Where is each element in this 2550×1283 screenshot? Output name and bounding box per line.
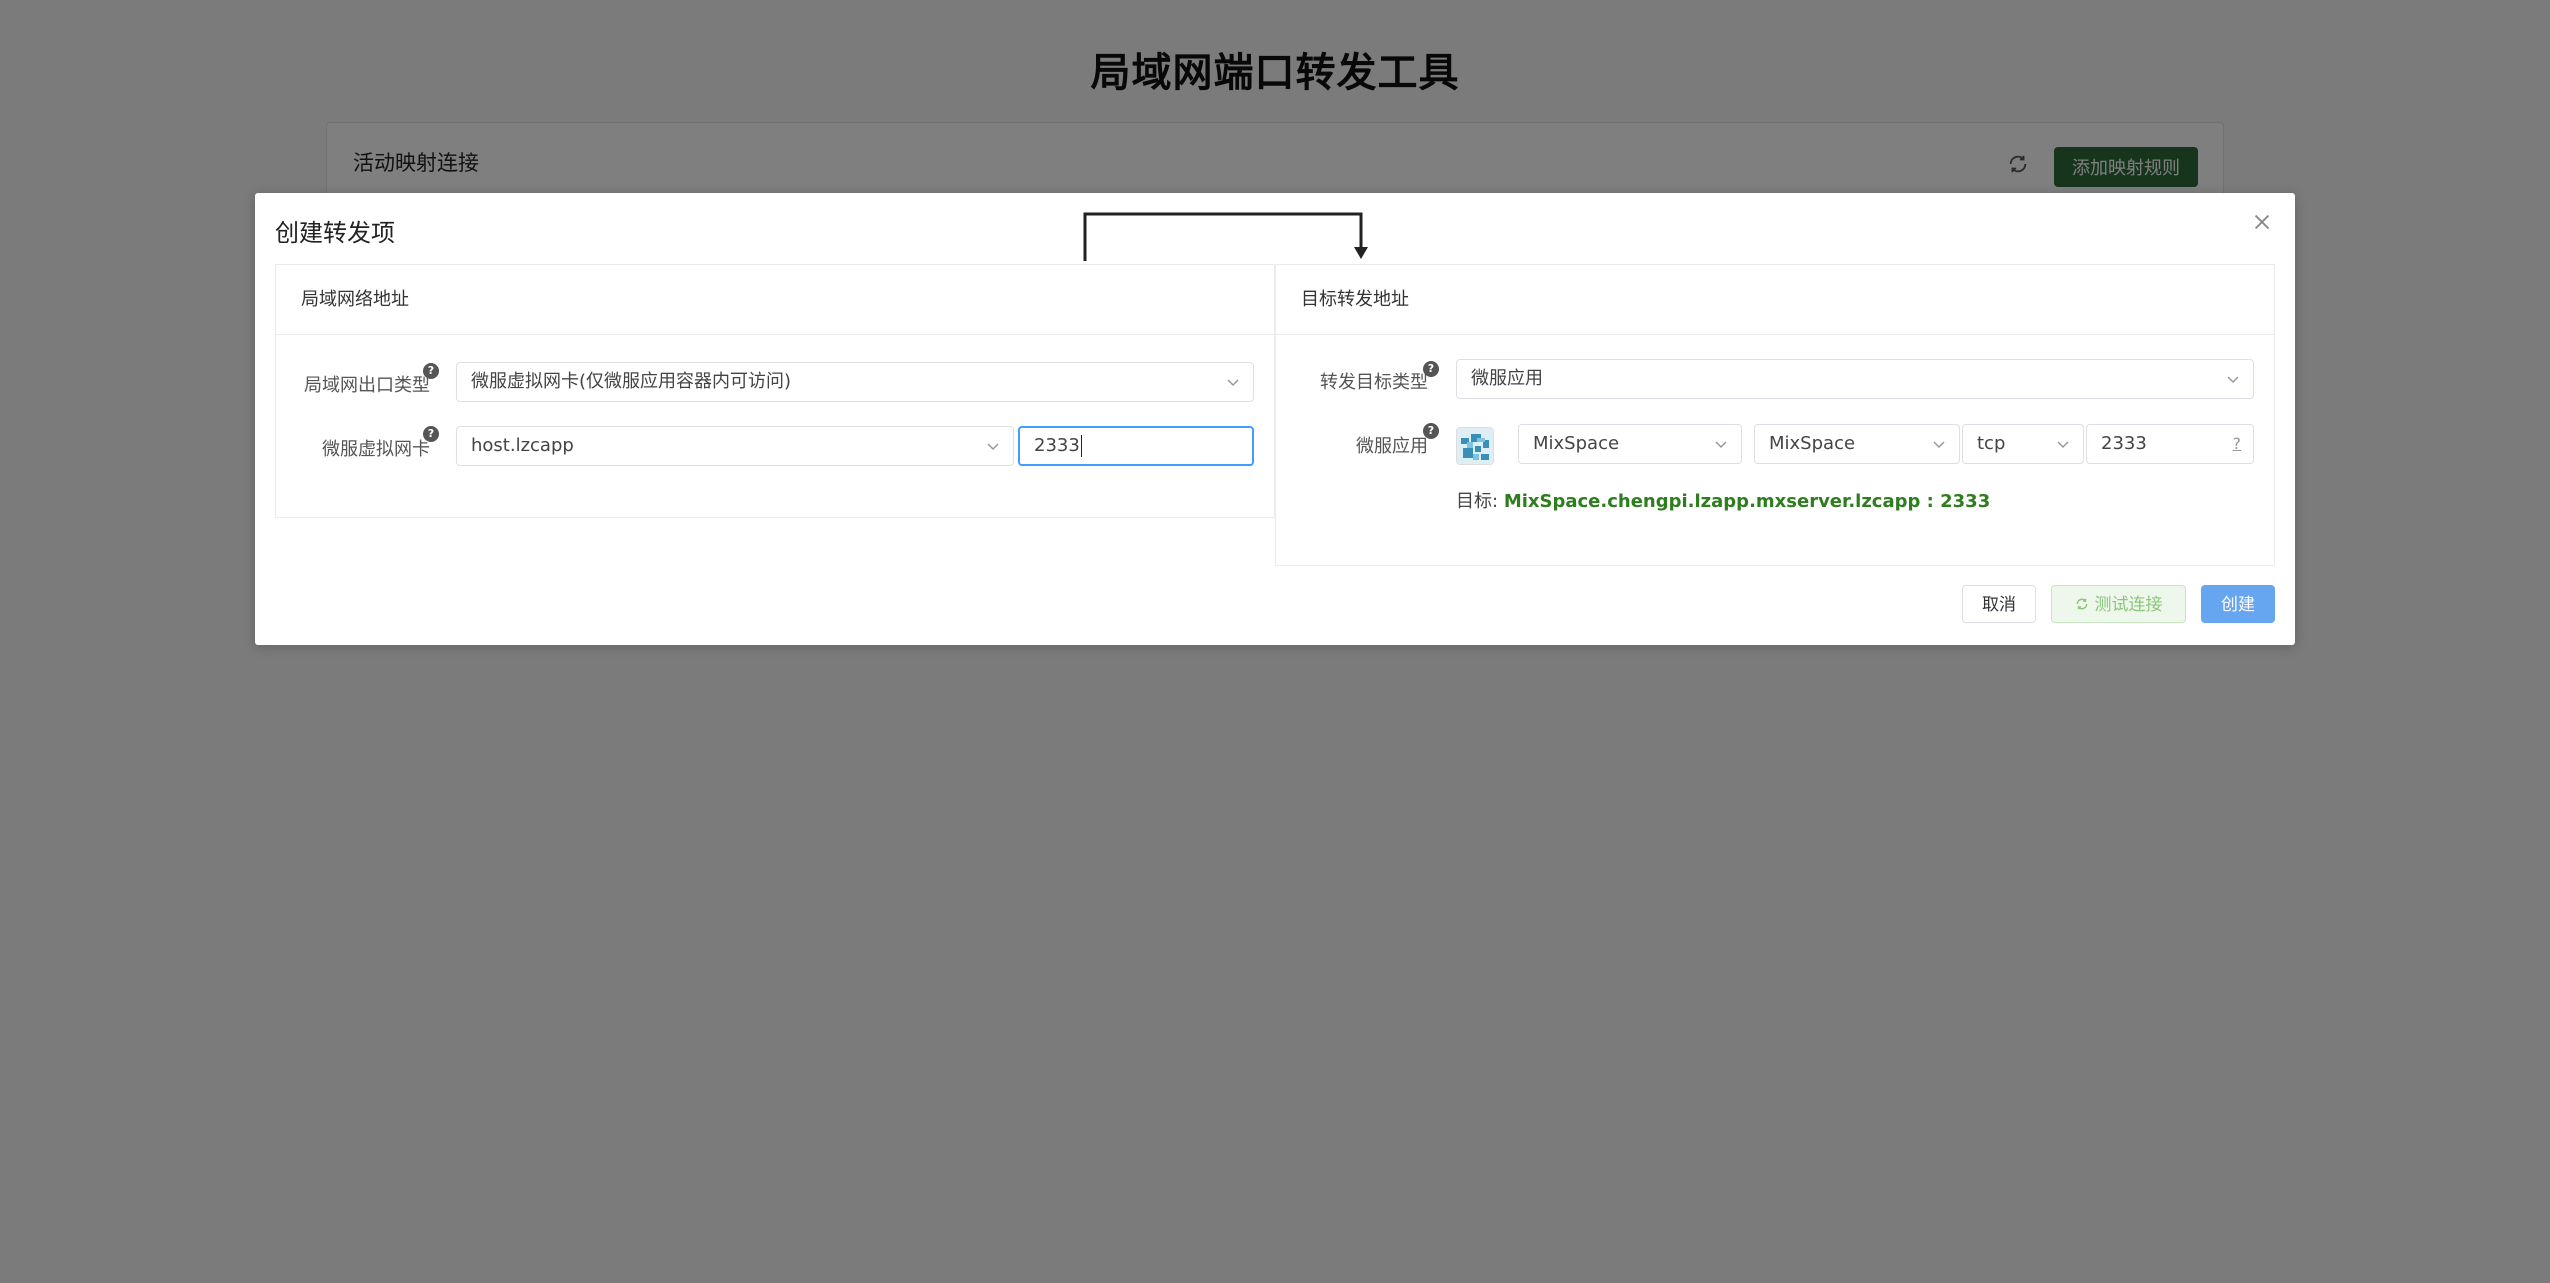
target-summary: 目标: MixSpace.chengpi.lzapp.mxserver.lzca… [1456,487,1990,513]
text-caret [1080,435,1082,457]
chevron-down-icon [1227,379,1239,387]
help-icon[interactable]: ? [1423,423,1439,439]
protocol-value: tcp [1977,433,2006,454]
help-icon[interactable]: ? [1423,361,1439,377]
target-port-input[interactable]: 2333 ? [2086,424,2254,464]
lan-panel-header: 局域网络地址 [276,265,1274,335]
target-panel-header: 目标转发地址 [1276,265,2274,335]
close-icon[interactable] [2251,211,2273,233]
target-address-value: MixSpace.chengpi.lzapp.mxserver.lzcapp :… [1503,491,1991,512]
dialog-title: 创建转发项 [275,219,395,247]
target-port-value: 2333 [2101,433,2147,454]
help-icon[interactable]: ? [423,426,439,442]
lan-port-value: 2333 [1034,435,1080,456]
app-label: 微服应用 [1356,436,1428,457]
app-select[interactable]: MixSpace [1518,424,1742,464]
test-connection-label: 测试连接 [2094,595,2163,615]
target-type-value: 微服应用 [1471,368,1543,389]
chevron-down-icon [2227,376,2239,384]
create-button[interactable]: 创建 [2201,585,2275,623]
help-icon[interactable]: ? [423,363,439,379]
app-value: MixSpace [1533,433,1620,454]
exit-type-label: 局域网出口类型 [304,375,430,396]
service-select[interactable]: MixSpace [1754,424,1960,464]
chevron-down-icon [1933,441,1945,449]
create-forward-dialog: 创建转发项 局域网络地址 局域网出口类型 ? 微服虚拟网卡(仅微服应用容器内可访… [255,193,2295,645]
protocol-select[interactable]: tcp [1962,424,2084,464]
target-address-panel: 目标转发地址 转发目标类型 ? 微服应用 微服应用 ? MixSpace Mix… [1275,264,2275,566]
port-hint[interactable]: ? [2233,425,2242,463]
chevron-down-icon [987,443,999,451]
nic-select[interactable]: host.lzcapp [456,426,1014,466]
lan-address-panel: 局域网络地址 局域网出口类型 ? 微服虚拟网卡(仅微服应用容器内可访问) 微服虚… [275,264,1275,518]
chevron-down-icon [1715,441,1727,449]
target-type-select[interactable]: 微服应用 [1456,359,2254,399]
service-value: MixSpace [1769,433,1856,454]
target-prefix: 目标: [1456,491,1499,512]
sync-icon [2076,598,2087,610]
nic-label: 微服虚拟网卡 [322,439,430,460]
test-connection-button[interactable]: 测试连接 [2051,585,2186,623]
exit-type-select[interactable]: 微服虚拟网卡(仅微服应用容器内可访问) [456,362,1254,402]
connector-arrow-icon [1083,212,1368,261]
chevron-down-icon [2057,441,2069,449]
app-icon [1456,427,1494,465]
cancel-button[interactable]: 取消 [1962,585,2036,623]
lan-port-input[interactable]: 2333 [1018,426,1254,466]
exit-type-value: 微服虚拟网卡(仅微服应用容器内可访问) [471,371,792,392]
target-type-label: 转发目标类型 [1320,372,1428,393]
nic-value: host.lzcapp [471,435,574,456]
